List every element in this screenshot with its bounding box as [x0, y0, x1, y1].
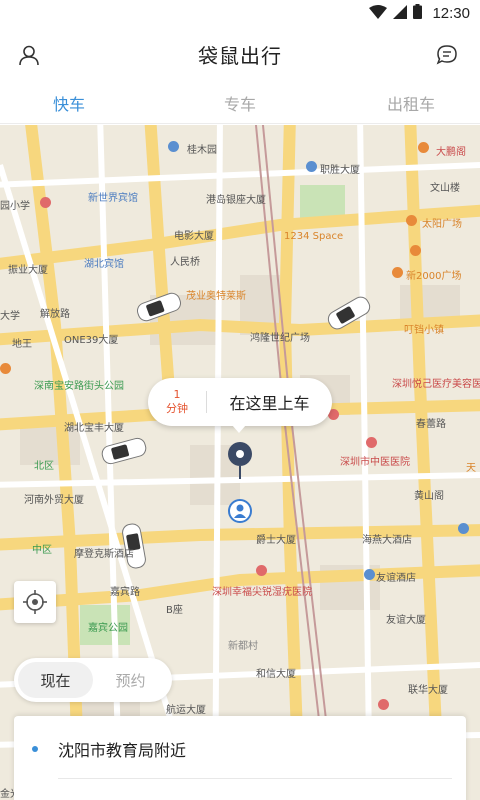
poi-icon — [306, 161, 317, 172]
map-label: 联华大厦 — [408, 685, 448, 696]
battery-icon — [413, 3, 423, 23]
map-label: 中区 — [32, 545, 52, 556]
map-label: 嘉宾公园 — [88, 623, 128, 634]
map-label: 大学 — [0, 311, 20, 322]
map-label: 文山楼 — [430, 183, 460, 194]
toggle-reserve[interactable]: 预约 — [93, 662, 168, 698]
eta-unit: 分钟 — [166, 402, 188, 415]
map-label: 电影大厦 — [174, 231, 214, 242]
locate-me-button[interactable] — [14, 581, 56, 623]
poi-icon — [378, 699, 389, 710]
map-label: 鸿隆世纪广场 — [250, 333, 310, 344]
map-label: 湖北宝丰大厦 — [64, 423, 124, 434]
map-label: 解放路 — [40, 309, 70, 320]
app-header: 袋鼠出行 — [0, 26, 480, 82]
map-label: 港岛银座大厦 — [206, 195, 266, 206]
toggle-now[interactable]: 现在 — [18, 662, 93, 698]
poi-icon — [406, 215, 417, 226]
poi-icon — [418, 142, 429, 153]
pickup-label: 在这里上车 — [229, 394, 310, 413]
map-label: 友谊酒店 — [376, 573, 416, 584]
map-label: 深圳悦己医疗美容医院 — [392, 379, 480, 390]
map-label: 振业大厦 — [8, 265, 48, 276]
messages-button[interactable] — [432, 40, 462, 70]
eta-minutes: 1 — [173, 388, 181, 401]
pickup-bubble[interactable]: 1 分钟 在这里上车 — [148, 378, 332, 433]
map-label: 海燕大酒店 — [362, 535, 412, 546]
divider — [58, 778, 452, 779]
crosshair-icon — [23, 590, 47, 614]
time-toggle: 现在 预约 — [14, 658, 172, 702]
map-label: 深南宝安路街头公园 — [34, 381, 124, 392]
poi-icon — [366, 437, 377, 448]
eta-indicator: 1 分钟 — [148, 388, 206, 416]
map-label: 新2000广场 — [406, 271, 462, 282]
map-label: 爵士大厦 — [256, 535, 296, 546]
tab-taxi[interactable]: 出租车 — [342, 82, 480, 123]
map-label: 桂木园 — [187, 145, 217, 156]
map-label: 天 — [466, 463, 476, 474]
map-label: ONE39大厦 — [64, 335, 119, 346]
poi-icon — [0, 363, 11, 374]
map-label: 嘉宾路 — [110, 587, 140, 598]
poi-icon — [256, 565, 267, 576]
map-label: 新世界宾馆 — [88, 193, 138, 204]
map-label: 大鹏阁 — [436, 147, 466, 158]
map-label: 河南外贸大厦 — [24, 495, 84, 506]
map-label: 园小学 — [0, 201, 30, 212]
status-bar: 12:30 — [0, 0, 480, 26]
map-label: 友谊大厦 — [386, 615, 426, 626]
wifi-icon — [369, 4, 388, 23]
pickup-dot-icon — [32, 746, 38, 752]
map-label: 摩登克斯酒店 — [74, 549, 134, 560]
map-label: 人民桥 — [170, 257, 200, 268]
poi-icon — [458, 523, 469, 534]
status-time: 12:30 — [432, 4, 470, 22]
map-label: 叮铛小镇 — [404, 325, 444, 336]
tab-express[interactable]: 快车 — [0, 82, 138, 123]
map-label: 春蕾路 — [416, 419, 446, 430]
map-label: 和信大厦 — [256, 669, 296, 680]
pickup-address: 沈阳市教育局附近 — [58, 741, 187, 760]
pickup-pin-icon — [227, 441, 253, 485]
map-label: 新都村 — [228, 641, 258, 652]
chat-icon — [436, 45, 457, 65]
map-label: 太阳广场 — [422, 219, 462, 230]
address-card: 沈阳市教育局附近 — [14, 716, 466, 800]
service-tabs: 快车 专车 出租车 — [0, 82, 480, 124]
profile-button[interactable] — [14, 40, 44, 70]
poi-icon — [392, 267, 403, 278]
map-label: 茂业奥特莱斯 — [186, 291, 246, 302]
tab-premium[interactable]: 专车 — [138, 82, 342, 123]
poi-icon — [168, 141, 179, 152]
map-label: 北区 — [34, 461, 54, 472]
map-label: 职胜大厦 — [320, 165, 360, 176]
map-label: 黄山阁 — [414, 491, 444, 502]
poi-icon — [40, 197, 51, 208]
map-label: 深圳幸福尖锐湿疣医院 — [212, 587, 312, 598]
pickup-address-row[interactable]: 沈阳市教育局附近 — [14, 732, 466, 766]
map-label: 航运大厦 — [166, 705, 206, 716]
map-label: 湖北宾馆 — [84, 259, 124, 270]
poi-icon — [364, 569, 375, 580]
poi-icon — [410, 245, 421, 256]
signal-icon — [393, 4, 408, 23]
map-label: B座 — [166, 605, 183, 616]
map-label: 深圳市中医医院 — [340, 457, 410, 468]
map-label: 地王 — [12, 339, 32, 350]
map-label: 1234 Space — [284, 231, 344, 242]
user-icon — [19, 45, 39, 66]
page-title: 袋鼠出行 — [198, 43, 282, 68]
